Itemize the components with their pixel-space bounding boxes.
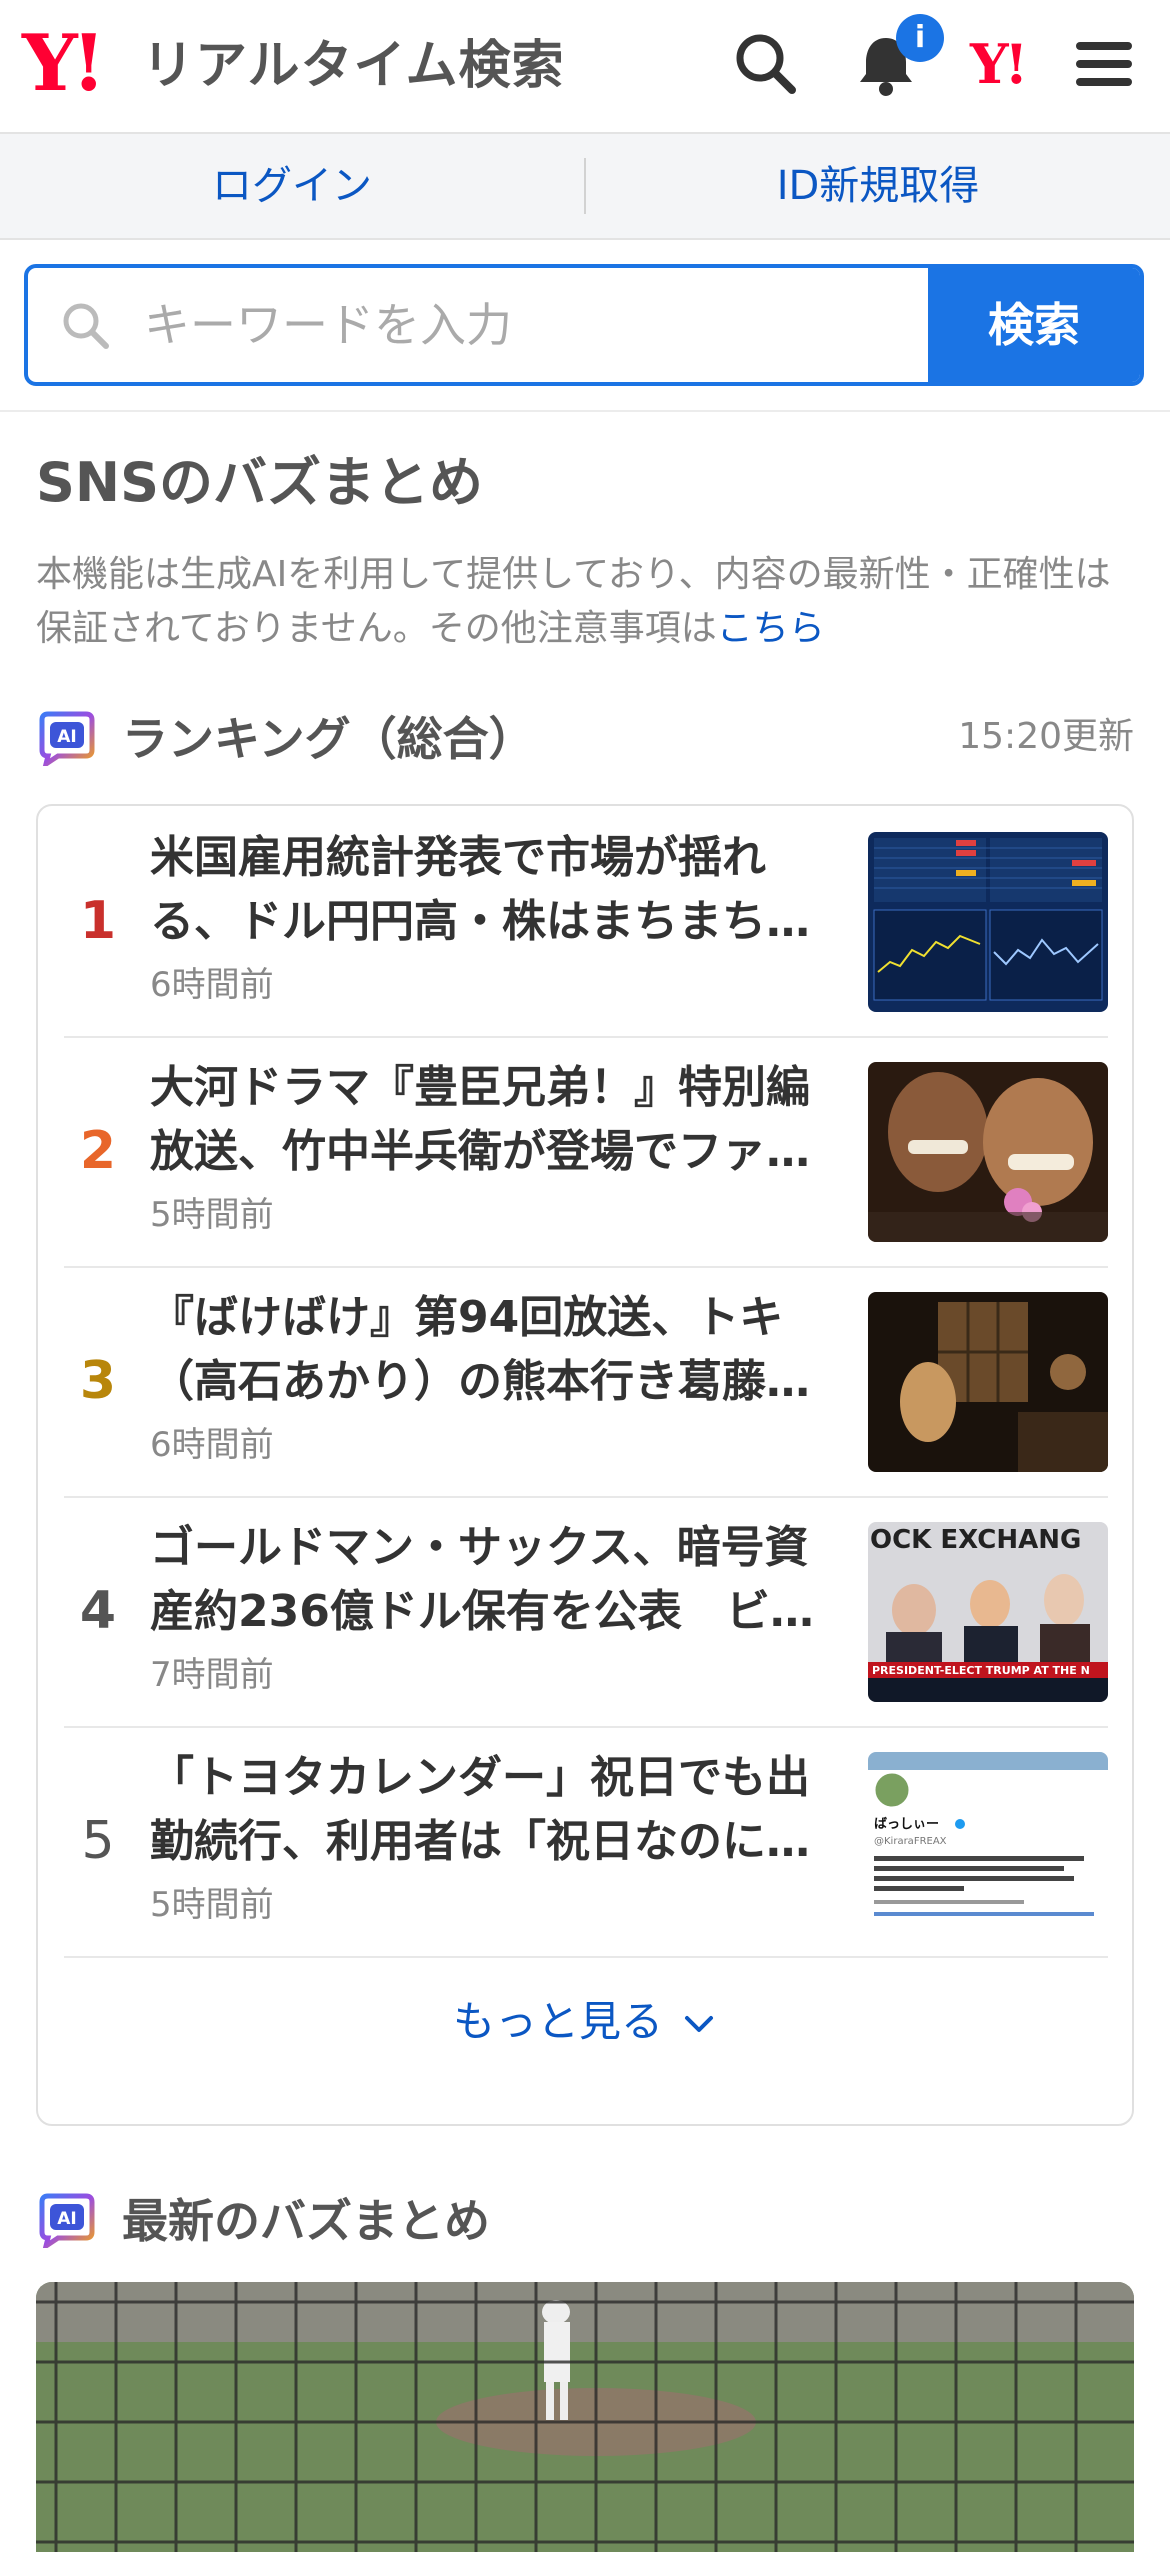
disclaimer-text: 本機能は生成AIを利用して提供しており、内容の最新性・正確性は保証されておりませ… bbox=[36, 548, 1136, 656]
disclaimer-body: 本機能は生成AIを利用して提供しており、内容の最新性・正確性は保証されておりませ… bbox=[36, 554, 1111, 649]
ai-badge-label: AI bbox=[57, 2209, 76, 2229]
ranking-item[interactable]: 5 「トヨタカレンダー」祝日でも出勤続行、利用者は「祝日なのに… 5時間前 ばっ… bbox=[64, 1726, 1108, 1958]
chevron-down-icon bbox=[685, 2016, 713, 2032]
exchange-sign-text: OCK EXCHANG bbox=[870, 1525, 1081, 1555]
ai-badge-icon: AI bbox=[39, 2193, 95, 2248]
news-ticker-text: PRESIDENT-ELECT TRUMP AT THE N bbox=[872, 1664, 1090, 1677]
ranking-header: AI ランキング（総合） bbox=[36, 704, 936, 774]
drama-scene-thumbnail[interactable] bbox=[868, 1062, 1108, 1242]
show-more-button[interactable]: もっと見る bbox=[38, 1982, 1132, 2062]
search-button[interactable]: 検索 bbox=[928, 268, 1140, 382]
search-input[interactable]: キーワードを入力 bbox=[144, 268, 512, 382]
item-title[interactable]: 『ばけばけ』第94回放送、トキ（高石あかり）の熊本行き葛藤… bbox=[150, 1286, 850, 1414]
ranking-item[interactable]: 1 米国雇用統計発表で市場が揺れる、ドル円円高・株はまちまち… 6時間前 bbox=[64, 806, 1108, 1038]
item-title[interactable]: 米国雇用統計発表で市場が揺れる、ドル円円高・株はまちまち… bbox=[150, 826, 850, 954]
stock-chart-thumbnail[interactable] bbox=[868, 832, 1108, 1012]
service-title[interactable]: リアルタイム検索 bbox=[142, 36, 564, 96]
notification-badge: i bbox=[896, 14, 944, 62]
latest-title: 最新のバズまとめ bbox=[122, 2194, 490, 2248]
yahoo-logo[interactable]: Y! bbox=[22, 22, 106, 106]
section-divider bbox=[0, 410, 1170, 412]
ai-badge-label: AI bbox=[57, 727, 76, 747]
updated-time: 15:20更新 bbox=[958, 716, 1134, 757]
disclaimer-link[interactable]: こちら bbox=[717, 608, 825, 649]
social-post-thumbnail[interactable]: ばっしぃー @KiraraFREAX bbox=[868, 1752, 1108, 1932]
search-icon bbox=[63, 303, 109, 349]
stock-exchange-news-thumbnail[interactable]: OCK EXCHANG PRESIDENT-ELECT TRUMP AT THE… bbox=[868, 1522, 1108, 1702]
rank-number: 1 bbox=[79, 891, 117, 951]
latest-header: AI 最新のバズまとめ bbox=[36, 2186, 936, 2256]
ranking-item[interactable]: 3 『ばけばけ』第94回放送、トキ（高石あかり）の熊本行き葛藤… 6時間前 bbox=[64, 1266, 1108, 1498]
ranking-item[interactable]: 2 大河ドラマ『豊臣兄弟！』特別編放送、竹中半兵衛が登場でファ… 5時間前 bbox=[64, 1036, 1108, 1268]
period-room-thumbnail[interactable] bbox=[868, 1292, 1108, 1472]
tweet-author-handle: @KiraraFREAX bbox=[874, 1836, 947, 1847]
item-title[interactable]: 「トヨタカレンダー」祝日でも出勤続行、利用者は「祝日なのに… bbox=[150, 1746, 850, 1874]
search-form: キーワードを入力 検索 bbox=[24, 264, 1144, 386]
app-header: Y! リアルタイム検索 i Y! bbox=[0, 0, 1170, 134]
item-time: 6時間前 bbox=[150, 1425, 274, 1465]
rank-number: 5 bbox=[81, 1811, 115, 1871]
item-time: 7時間前 bbox=[150, 1655, 274, 1695]
rank-number: 3 bbox=[79, 1351, 117, 1411]
item-time: 6時間前 bbox=[150, 965, 274, 1005]
rank-number: 4 bbox=[79, 1581, 117, 1641]
register-link[interactable]: ID新規取得 bbox=[586, 134, 1170, 238]
rank-number: 2 bbox=[79, 1121, 117, 1181]
item-title[interactable]: 大河ドラマ『豊臣兄弟！』特別編放送、竹中半兵衛が登場でファ… bbox=[150, 1056, 850, 1184]
show-more-label: もっと見る bbox=[452, 1997, 663, 2046]
ranking-card: 1 米国雇用統計発表で市場が揺れる、ドル円円高・株はまちまち… 6時間前 2 大… bbox=[36, 804, 1134, 2126]
item-title[interactable]: ゴールドマン・サックス、暗号資産約236億ドル保有を公表 ビ… bbox=[150, 1516, 850, 1644]
auth-bar: ログイン ID新規取得 bbox=[0, 134, 1170, 240]
ranking-item[interactable]: 4 ゴールドマン・サックス、暗号資産約236億ドル保有を公表 ビ… 7時間前 O… bbox=[64, 1496, 1108, 1728]
item-time: 5時間前 bbox=[150, 1195, 274, 1235]
ai-badge-icon: AI bbox=[39, 711, 95, 766]
ranking-title: ランキング（総合） bbox=[122, 712, 535, 766]
login-link[interactable]: ログイン bbox=[0, 134, 584, 238]
baseball-photo[interactable] bbox=[36, 2282, 1134, 2552]
menu-icon[interactable] bbox=[1068, 28, 1140, 100]
item-time: 5時間前 bbox=[150, 1885, 274, 1925]
page-title: SNSのバズまとめ bbox=[36, 451, 483, 514]
search-icon[interactable] bbox=[730, 28, 802, 100]
tweet-author-name: ばっしぃー bbox=[874, 1817, 939, 1832]
yahoo-top-link[interactable]: Y! bbox=[970, 34, 1028, 94]
